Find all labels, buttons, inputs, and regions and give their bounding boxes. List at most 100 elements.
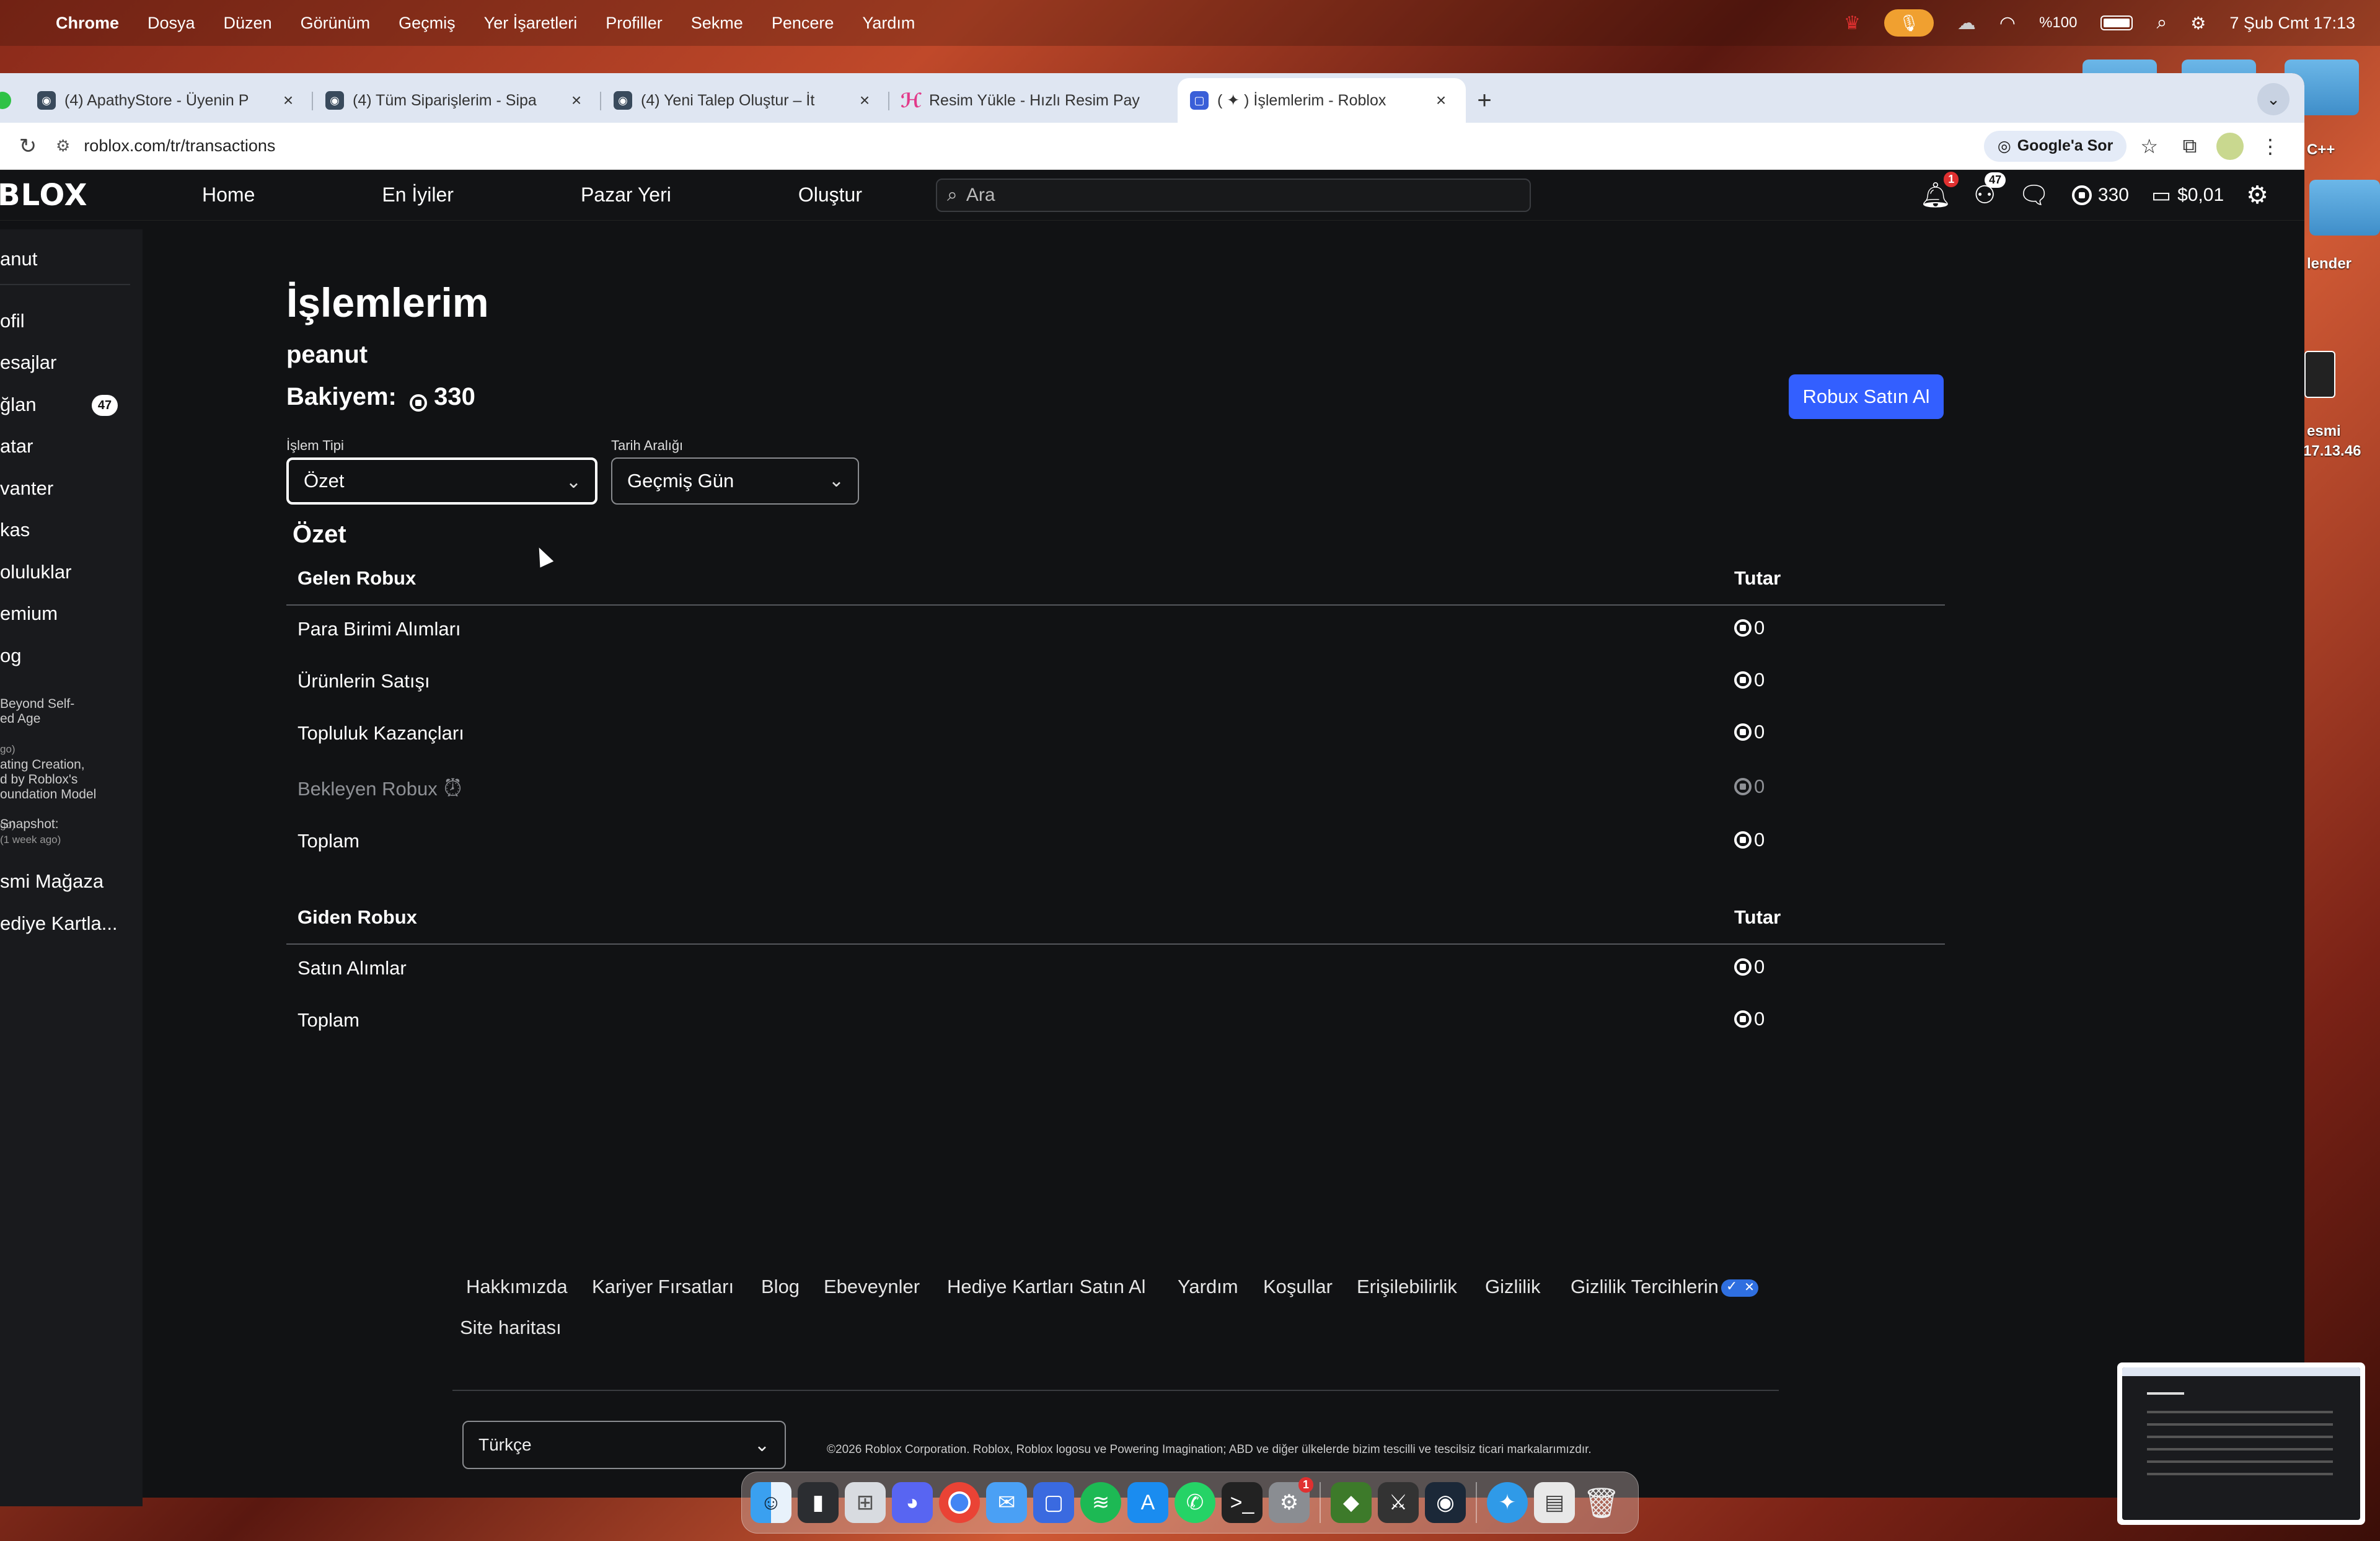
desktop-label-screenshot[interactable]: esmi — [2307, 423, 2341, 440]
site-info-icon[interactable]: ⚙ — [56, 136, 70, 156]
mail-icon[interactable]: ✉ — [986, 1482, 1027, 1523]
tab-apathystore[interactable]: ◉ (4) ApathyStore - Üyenin P × — [25, 78, 313, 123]
game-launcher-icon[interactable]: ⚔ — [1378, 1482, 1419, 1523]
control-center-icon[interactable]: ⚙ — [2190, 13, 2206, 33]
close-icon[interactable]: × — [853, 91, 876, 110]
activity-monitor-icon[interactable]: ▮ — [798, 1482, 839, 1523]
sidebar-username[interactable]: anut — [0, 248, 37, 270]
extensions-icon[interactable]: ⧉ — [2171, 135, 2209, 158]
microphone-icon[interactable]: 🎙 — [1884, 9, 1934, 37]
new-tab-button[interactable]: + — [1466, 78, 1503, 123]
preview-icon[interactable]: ▤ — [1534, 1482, 1575, 1523]
footer-link-parents[interactable]: Ebeveynler — [824, 1276, 920, 1298]
url-text[interactable]: roblox.com/tr/transactions — [84, 136, 1970, 156]
steam-icon[interactable]: ◉ — [1425, 1482, 1466, 1523]
sidebar-item-baglan[interactable]: ğlan — [0, 394, 37, 416]
nav-pazar-yeri[interactable]: Pazar Yeri — [581, 183, 671, 206]
wallet-balance[interactable]: ▭ $0,01 — [2151, 183, 2224, 208]
screenshot-thumbnail[interactable] — [2117, 1362, 2365, 1525]
friends-icon[interactable]: ⚇ 47 — [1973, 172, 2006, 210]
chrome-icon[interactable] — [939, 1482, 980, 1523]
tab-search-button[interactable]: ⌄ — [2257, 83, 2290, 115]
tab-yeni-talep[interactable]: ◉ (4) Yeni Talep Oluştur – İt × — [601, 78, 889, 123]
spotify-icon[interactable]: ≋ — [1080, 1482, 1121, 1523]
more-menu-icon[interactable]: ⋮ — [2251, 135, 2290, 158]
address-bar[interactable]: ⚙ roblox.com/tr/transactions ◎ Google'a … — [43, 128, 2171, 164]
spotlight-search-icon[interactable]: ⌕ — [2156, 12, 2167, 33]
footer-link-sitemap[interactable]: Site haritası — [460, 1317, 562, 1339]
app-store-icon[interactable]: A — [1127, 1482, 1168, 1523]
sidebar-item-official-store[interactable]: smi Mağaza — [0, 870, 104, 893]
roblox-logo[interactable]: BLOX — [0, 178, 202, 213]
sidebar-item-mesajlar[interactable]: esajlar — [0, 351, 56, 374]
buy-robux-button[interactable]: Robux Satın Al — [1789, 374, 1944, 419]
desktop-label-cpp[interactable]: C++ — [2307, 141, 2335, 159]
menubar-clock[interactable]: 7 Şub Cmt 17:13 — [2229, 14, 2355, 33]
roblox-search-input[interactable]: ⌕ Ara — [936, 178, 1531, 212]
sidebar-item-premium[interactable]: emium — [0, 603, 58, 625]
sidebar-item-profil[interactable]: ofil — [0, 310, 25, 332]
footer-link-blog[interactable]: Blog — [761, 1276, 800, 1298]
footer-link-careers[interactable]: Kariyer Fırsatları — [592, 1276, 734, 1298]
menu-yardim[interactable]: Yardım — [862, 14, 915, 33]
desktop-folder-icon[interactable] — [2309, 180, 2380, 236]
wifi-icon[interactable]: ◠ — [1999, 12, 2016, 34]
window-zoom-button[interactable] — [0, 92, 11, 109]
close-icon[interactable]: × — [565, 91, 588, 110]
nav-olustur[interactable]: Oluştur — [798, 183, 862, 206]
footer-link-accessibility[interactable]: Erişilebilirlik — [1357, 1276, 1457, 1298]
cloud-icon[interactable]: ☁ — [1957, 12, 1976, 34]
sidebar-item-takas[interactable]: kas — [0, 519, 30, 541]
menu-dosya[interactable]: Dosya — [148, 14, 195, 33]
finder-icon[interactable]: ☺ — [751, 1482, 791, 1523]
footer-link-terms[interactable]: Koşullar — [1263, 1276, 1333, 1298]
whatsapp-icon[interactable]: ✆ — [1175, 1482, 1215, 1523]
crown-icon[interactable]: ♛ — [1844, 12, 1861, 34]
sidebar-item-avatar[interactable]: atar — [0, 435, 33, 457]
nav-en-iyiler[interactable]: En İyiler — [382, 183, 454, 206]
desktop-label-screenshot-time[interactable]: 17.13.46 — [2303, 443, 2361, 460]
minecraft-icon[interactable]: ◆ — [1331, 1482, 1372, 1523]
footer-link-privacy[interactable]: Gizlilik — [1485, 1276, 1541, 1298]
tab-islemlerim-roblox[interactable]: ▢ ( ✦ ) İşlemlerim - Roblox × — [1178, 78, 1466, 123]
alarm-clock-icon[interactable]: ⏰︎ — [444, 775, 462, 802]
language-select[interactable]: Türkçe ⌄ — [462, 1421, 786, 1469]
sidebar-item-envanter[interactable]: vanter — [0, 477, 53, 500]
desktop-file-icon[interactable] — [2304, 351, 2335, 398]
reload-icon[interactable]: ↻ — [12, 134, 43, 159]
tab-resim-yukle[interactable]: ℋ Resim Yükle - Hızlı Resim Pay — [889, 78, 1178, 123]
sidebar-blog-post[interactable]: Snapshot: (1 week ago) — [0, 817, 124, 847]
footer-link-privacy-choices[interactable]: Gizlilik Tercihlerin — [1571, 1276, 1758, 1298]
safari-icon[interactable]: ✦ — [1487, 1482, 1528, 1523]
menu-duzen[interactable]: Düzen — [224, 14, 272, 33]
menu-gorunum[interactable]: Görünüm — [301, 14, 371, 33]
roblox-studio-icon[interactable]: ▢ — [1033, 1482, 1074, 1523]
trash-icon[interactable]: 🗑︎ — [1581, 1482, 1622, 1523]
sidebar-item-topluluklar[interactable]: oluluklar — [0, 561, 71, 583]
robux-balance[interactable]: 330 — [2071, 185, 2129, 206]
google-ask-button[interactable]: ◎ Google'a Sor — [1983, 130, 2127, 162]
nav-home[interactable]: Home — [202, 183, 255, 206]
bookmark-star-icon[interactable]: ☆ — [2140, 135, 2158, 158]
date-range-select[interactable]: Geçmiş Gün ⌄ — [611, 457, 859, 505]
settings-gear-icon[interactable]: ⚙ — [2246, 181, 2268, 210]
menu-gecmis[interactable]: Geçmiş — [399, 14, 456, 33]
profile-avatar[interactable] — [2216, 132, 2244, 160]
transaction-type-select[interactable]: Özet ⌄ — [286, 457, 597, 505]
tab-siparislerim[interactable]: ◉ (4) Tüm Siparişlerim - Sipa × — [313, 78, 601, 123]
menu-yer-isaretleri[interactable]: Yer İşaretleri — [484, 14, 578, 33]
system-settings-icon[interactable]: ⚙ 1 — [1269, 1477, 1313, 1523]
menu-pencere[interactable]: Pencere — [772, 14, 834, 33]
launchpad-icon[interactable]: ⊞ — [845, 1482, 886, 1523]
notifications-bell-icon[interactable]: 🔔︎ 1 — [1919, 172, 1959, 210]
terminal-icon[interactable]: >_ — [1222, 1482, 1263, 1523]
close-icon[interactable]: × — [277, 91, 299, 110]
footer-link-help[interactable]: Yardım — [1178, 1276, 1238, 1298]
menu-sekme[interactable]: Sekme — [691, 14, 743, 33]
footer-link-gift-cards[interactable]: Hediye Kartları Satın Al — [947, 1276, 1146, 1298]
battery-icon[interactable] — [2100, 15, 2133, 30]
sidebar-item-blog[interactable]: og — [0, 645, 21, 667]
desktop-label-blender[interactable]: lender — [2307, 255, 2351, 273]
discord-icon[interactable]: ◕ — [892, 1482, 933, 1523]
menu-profiller[interactable]: Profiller — [606, 14, 663, 33]
